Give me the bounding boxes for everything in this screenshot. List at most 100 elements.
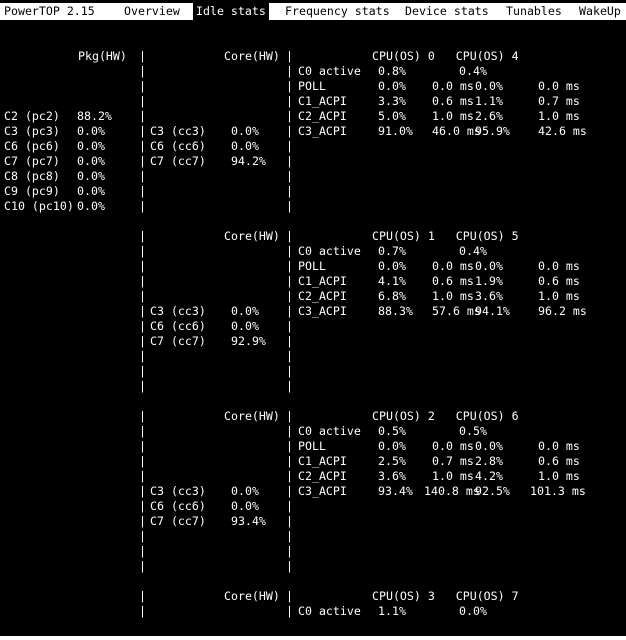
cstate-cpu-b-ms: 42.6 ms [538, 124, 587, 138]
column-separator: | [286, 514, 293, 528]
cstate-label: C1_ACPI [298, 274, 347, 288]
cstate-cpu-a-pct: 5.0% [378, 109, 406, 123]
column-separator: | [139, 349, 146, 363]
column-separator: | [286, 559, 293, 573]
tab-tunables[interactable]: Tunables [506, 3, 562, 20]
pkg-cstate-value: 0.0% [77, 199, 105, 213]
core-cstate-value: 94.2% [231, 154, 266, 168]
column-separator: | [139, 604, 146, 618]
cstate-cpu-a-ms: 0.6 ms [432, 274, 474, 288]
pkg-cstate-label: C8 (pc8) [4, 169, 60, 183]
cstate-cpu-b-ms: 0.0 ms [538, 259, 580, 273]
column-separator: | [286, 364, 293, 378]
column-separator: | [286, 274, 293, 288]
cstate-cpu-b-pct: 2.6% [475, 109, 503, 123]
tab-device-stats[interactable]: Device stats [405, 3, 489, 20]
column-separator: | [286, 424, 293, 438]
column-separator: | [139, 139, 146, 153]
core-cstate-value: 0.0% [231, 484, 259, 498]
core-header: Core(HW) [224, 589, 280, 603]
c0-active-cpu-a: 1.1% [378, 604, 406, 618]
column-separator: | [286, 184, 293, 198]
cstate-label: C3_ACPI [298, 484, 347, 498]
cstate-cpu-b-pct: 94.1% [475, 304, 510, 318]
column-separator: | [286, 589, 293, 603]
cstate-cpu-a-pct: 3.6% [378, 469, 406, 483]
cstate-label: POLL [298, 259, 326, 273]
cstate-cpu-b-ms: 0.6 ms [538, 274, 580, 288]
column-separator: | [139, 184, 146, 198]
cstate-cpu-b-ms: 0.6 ms [538, 454, 580, 468]
cstate-label: POLL [298, 439, 326, 453]
tab-bar: PowerTOP 2.15 Overview Idle stats Freque… [0, 3, 626, 20]
cstate-label: C2_ACPI [298, 289, 347, 303]
column-separator: | [286, 469, 293, 483]
column-separator: | [139, 469, 146, 483]
pkg-cstate-label: C3 (pc3) [4, 124, 60, 138]
cstate-cpu-b-ms: 96.2 ms [538, 304, 587, 318]
tab-wakeup[interactable]: WakeUp [579, 3, 621, 20]
column-separator: | [139, 199, 146, 213]
cstate-cpu-b-pct: 1.9% [475, 274, 503, 288]
column-separator: | [286, 544, 293, 558]
c0-active-cpu-b: 0.4% [459, 244, 487, 258]
column-separator: | [139, 94, 146, 108]
column-separator: | [139, 169, 146, 183]
core-cstate-label: C6 (cc6) [150, 319, 206, 333]
core-cstate-value: 93.4% [231, 514, 266, 528]
cstate-cpu-a-ms: 1.0 ms [432, 469, 474, 483]
column-separator: | [139, 589, 146, 603]
column-separator: | [139, 64, 146, 78]
cstate-cpu-b-pct: 1.1% [475, 94, 503, 108]
cstate-cpu-b-pct: 92.5% [475, 484, 510, 498]
cstate-cpu-b-ms: 0.0 ms [538, 439, 580, 453]
cstate-cpu-a-ms: 1.0 ms [432, 289, 474, 303]
column-separator: | [139, 544, 146, 558]
cstate-cpu-a-ms: 46.0 ms [432, 124, 481, 138]
column-separator: | [139, 439, 146, 453]
tab-frequency-stats[interactable]: Frequency stats [285, 3, 390, 20]
cstate-cpu-b-pct: 95.9% [475, 124, 510, 138]
c0-active-cpu-a: 0.8% [378, 64, 406, 78]
column-separator: | [286, 439, 293, 453]
cstate-cpu-a-pct: 0.0% [378, 439, 406, 453]
column-separator: | [139, 124, 146, 138]
cpu-header: CPU(OS) 1 CPU(OS) 5 [372, 229, 519, 243]
column-separator: | [286, 79, 293, 93]
cstate-cpu-b-pct: 0.0% [475, 79, 503, 93]
column-separator: | [286, 529, 293, 543]
column-separator: | [286, 289, 293, 303]
app-title: PowerTOP 2.15 [4, 4, 95, 18]
pkg-cstate-value: 0.0% [77, 139, 105, 153]
column-separator: | [286, 139, 293, 153]
column-separator: | [139, 229, 146, 243]
tab-overview[interactable]: Overview [124, 3, 180, 20]
tab-idle-stats[interactable]: Idle stats [193, 3, 269, 20]
c0-active-cpu-b: 0.5% [459, 424, 487, 438]
core-cstate-label: C7 (cc7) [150, 514, 206, 528]
core-cstate-value: 0.0% [231, 499, 259, 513]
cstate-cpu-a-pct: 6.8% [378, 289, 406, 303]
column-separator: | [139, 559, 146, 573]
column-separator: | [139, 529, 146, 543]
column-separator: | [286, 499, 293, 513]
core-cstate-label: C3 (cc3) [150, 124, 206, 138]
cpu-header: CPU(OS) 0 CPU(OS) 4 [372, 49, 519, 63]
core-header: Core(HW) [224, 229, 280, 243]
column-separator: | [139, 484, 146, 498]
core-cstate-value: 0.0% [231, 304, 259, 318]
cstate-cpu-b-ms: 0.7 ms [538, 94, 580, 108]
cstate-cpu-a-ms: 0.0 ms [432, 79, 474, 93]
c0-active-label: C0 active [298, 64, 361, 78]
pkg-cstate-label: C7 (pc7) [4, 154, 60, 168]
column-separator: | [139, 259, 146, 273]
column-separator: | [286, 169, 293, 183]
core-cstate-value: 0.0% [231, 139, 259, 153]
pkg-cstate-value: 88.2% [77, 109, 112, 123]
pkg-cstate-value: 0.0% [77, 154, 105, 168]
cstate-cpu-b-ms: 1.0 ms [538, 289, 580, 303]
c0-active-cpu-a: 0.7% [378, 244, 406, 258]
core-cstate-value: 92.9% [231, 334, 266, 348]
column-separator: | [286, 64, 293, 78]
cpu-header: CPU(OS) 2 CPU(OS) 6 [372, 409, 519, 423]
